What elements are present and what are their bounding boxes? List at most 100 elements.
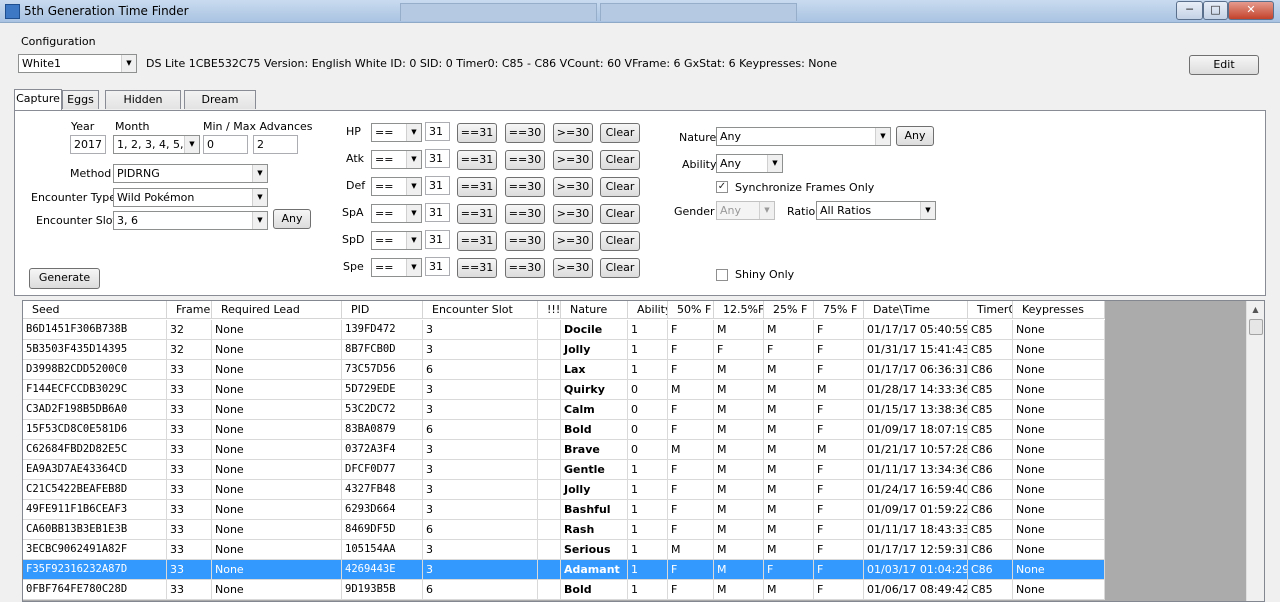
table-cell[interactable]: F (668, 420, 714, 440)
table-cell[interactable]: C85 (968, 580, 1013, 600)
table-cell[interactable]: 1 (628, 560, 668, 580)
table-cell[interactable]: M (714, 500, 764, 520)
table-cell[interactable]: 01/17/17 05:40:59 (864, 320, 968, 340)
iv-def-eq30-button[interactable]: ==30 (505, 177, 545, 197)
table-cell[interactable]: 5D729EDE (342, 380, 423, 400)
table-cell[interactable]: F (814, 480, 864, 500)
table-cell[interactable]: 105154AA (342, 540, 423, 560)
table-cell[interactable]: None (1013, 380, 1105, 400)
table-cell[interactable]: 01/31/17 15:41:43 (864, 340, 968, 360)
table-cell[interactable]: None (1013, 440, 1105, 460)
table-cell[interactable]: 8469DF5D (342, 520, 423, 540)
table-cell[interactable]: C86 (968, 560, 1013, 580)
iv-spd-eq30-button[interactable]: ==30 (505, 231, 545, 251)
table-cell[interactable]: 1 (628, 480, 668, 500)
background-window-tab-2[interactable] (600, 3, 797, 21)
table-cell[interactable]: 3 (423, 500, 538, 520)
table-cell[interactable]: M (714, 580, 764, 600)
table-cell[interactable]: M (714, 460, 764, 480)
table-cell[interactable]: Bold (561, 420, 628, 440)
column-header-10[interactable]: 25% F (764, 301, 814, 319)
table-cell[interactable]: 33 (167, 360, 212, 380)
minimize-button[interactable]: ─ (1176, 1, 1203, 20)
table-row[interactable]: 0FBF764FE780C28D 33 None 9D193B5B 6 Bold 1 F M M F… (23, 580, 1105, 600)
iv-compare-spe[interactable]: == ▼ (371, 258, 422, 277)
encounter-type-select[interactable]: Wild Pokémon ▼ (113, 188, 268, 207)
table-cell[interactable]: C62684FBD2D82E5C (23, 440, 167, 460)
iv-value-hp[interactable]: 31 (425, 122, 450, 141)
table-cell[interactable]: F (668, 560, 714, 580)
table-row[interactable]: F144ECFCCDB3029C 33 None 5D729EDE 3 Quirky 0 M M… (23, 380, 1105, 400)
table-cell[interactable]: 01/11/17 18:43:33 (864, 520, 968, 540)
iv-spa-eq31-button[interactable]: ==31 (457, 204, 497, 224)
table-cell[interactable]: 01/09/17 18:07:19 (864, 420, 968, 440)
table-cell[interactable]: F (814, 540, 864, 560)
table-cell[interactable]: 32 (167, 340, 212, 360)
table-cell[interactable]: C85 (968, 320, 1013, 340)
background-window-tab[interactable] (400, 3, 597, 21)
table-cell[interactable]: M (814, 380, 864, 400)
tab-hidden-grotto[interactable]: Hidden Grotto (105, 90, 181, 124)
profile-select[interactable]: White1 ▼ (18, 54, 137, 73)
tab-dream-radar[interactable]: Dream Radar (184, 90, 256, 124)
table-cell[interactable] (538, 460, 561, 480)
table-cell[interactable]: Jolly (561, 340, 628, 360)
table-cell[interactable]: 6 (423, 420, 538, 440)
table-cell[interactable]: None (1013, 560, 1105, 580)
table-cell[interactable]: CA60BB13B3EB1E3B (23, 520, 167, 540)
table-cell[interactable]: 1 (628, 360, 668, 380)
table-cell[interactable]: F144ECFCCDB3029C (23, 380, 167, 400)
table-cell[interactable]: 4269443E (342, 560, 423, 580)
table-cell[interactable]: 01/03/17 01:04:29 (864, 560, 968, 580)
column-header-8[interactable]: 50% F (668, 301, 714, 319)
table-cell[interactable] (538, 520, 561, 540)
table-cell[interactable]: 8B7FCB0D (342, 340, 423, 360)
table-cell[interactable]: F35F92316232A87D (23, 560, 167, 580)
tab-eggs[interactable]: Eggs (62, 90, 99, 109)
table-row[interactable]: 3ECBC9062491A82F 33 None 105154AA 3 Serious 1 M… (23, 540, 1105, 560)
table-cell[interactable]: None (1013, 340, 1105, 360)
table-cell[interactable]: M (714, 520, 764, 540)
table-cell[interactable]: 6 (423, 360, 538, 380)
table-cell[interactable] (538, 540, 561, 560)
column-header-14[interactable]: Keypresses (1013, 301, 1105, 319)
iv-value-atk[interactable]: 31 (425, 149, 450, 168)
table-cell[interactable]: 33 (167, 400, 212, 420)
table-cell[interactable]: M (764, 480, 814, 500)
table-cell[interactable]: None (1013, 320, 1105, 340)
table-cell[interactable]: M (764, 500, 814, 520)
table-cell[interactable]: 01/17/17 06:36:31 (864, 360, 968, 380)
table-cell[interactable]: 33 (167, 380, 212, 400)
table-row[interactable]: B6D1451F306B738B 32 None 139FD472 3 Docile 1 F M… (23, 320, 1105, 340)
table-cell[interactable]: M (764, 380, 814, 400)
table-cell[interactable]: M (668, 540, 714, 560)
table-cell[interactable]: F (668, 320, 714, 340)
table-row[interactable]: C3AD2F198B5DB6A0 33 None 53C2DC72 3 Calm 0 F M M F… (23, 400, 1105, 420)
year-input[interactable]: 2017 (70, 135, 106, 154)
table-cell[interactable]: 5B3503F435D14395 (23, 340, 167, 360)
table-cell[interactable]: 3 (423, 540, 538, 560)
table-cell[interactable]: Quirky (561, 380, 628, 400)
table-cell[interactable]: F (668, 360, 714, 380)
table-cell[interactable]: None (1013, 580, 1105, 600)
iv-atk-eq30-button[interactable]: ==30 (505, 150, 545, 170)
table-cell[interactable]: 3 (423, 380, 538, 400)
iv-hp-eq31-button[interactable]: ==31 (457, 123, 497, 143)
table-cell[interactable]: 01/28/17 14:33:36 (864, 380, 968, 400)
table-cell[interactable]: 01/11/17 13:34:36 (864, 460, 968, 480)
table-cell[interactable]: Docile (561, 320, 628, 340)
table-cell[interactable]: F (668, 520, 714, 540)
table-cell[interactable]: 0 (628, 380, 668, 400)
table-row[interactable]: 5B3503F435D14395 32 None 8B7FCB0D 3 Jolly 1 F F F… (23, 340, 1105, 360)
table-cell[interactable]: None (1013, 500, 1105, 520)
edit-profile-button[interactable]: Edit (1189, 55, 1259, 75)
table-cell[interactable]: C85 (968, 340, 1013, 360)
table-cell[interactable]: F (714, 340, 764, 360)
table-cell[interactable]: M (764, 420, 814, 440)
iv-value-spa[interactable]: 31 (425, 203, 450, 222)
table-cell[interactable]: F (764, 560, 814, 580)
month-select[interactable]: 1, 2, 3, 4, 5, 6 ▼ (113, 135, 200, 154)
vertical-scrollbar[interactable]: ▲ (1246, 301, 1264, 601)
table-cell[interactable]: C85 (968, 400, 1013, 420)
iv-spd-eq31-button[interactable]: ==31 (457, 231, 497, 251)
